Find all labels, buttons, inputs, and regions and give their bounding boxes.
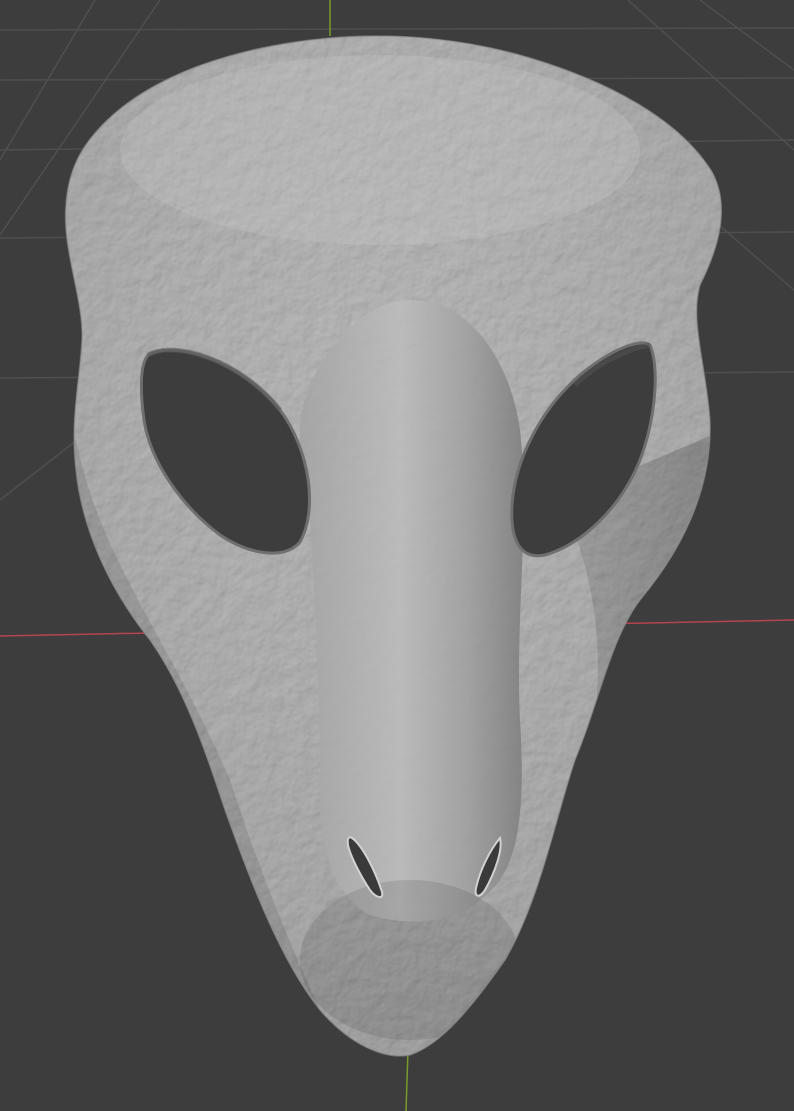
reptile-mask-mesh[interactable] (0, 0, 794, 1111)
y-axis-line-bottom (405, 1049, 409, 1111)
viewport-canvas[interactable] (0, 0, 794, 1111)
3d-viewport[interactable] (0, 0, 794, 1111)
snout-ridge (299, 300, 524, 922)
